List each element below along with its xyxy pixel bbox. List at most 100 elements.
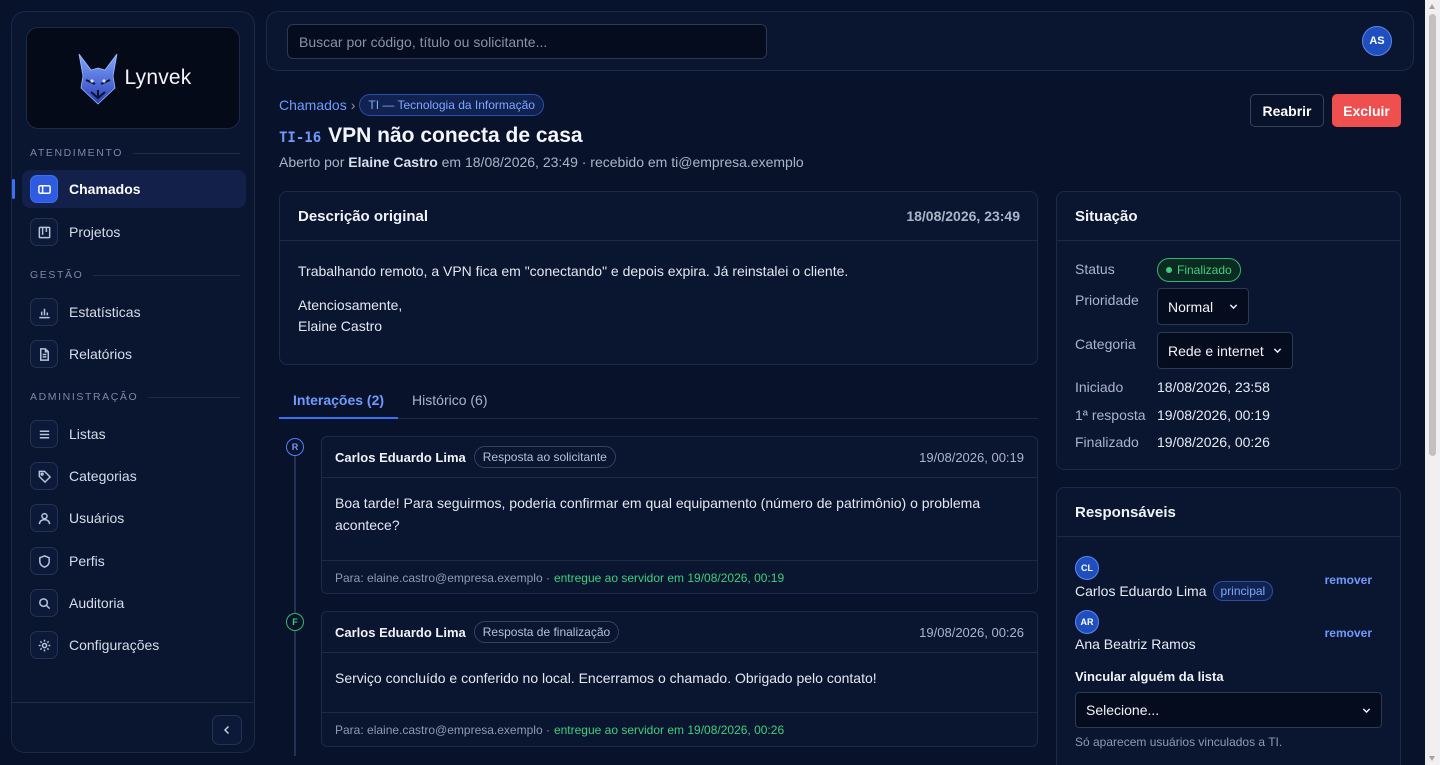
sidebar-item-label: Listas: [69, 426, 106, 442]
sidebar-item-chamados[interactable]: Chamados: [12, 170, 246, 208]
responsibles-header: Responsáveis: [1057, 488, 1400, 537]
sidebar-item-label: Auditoria: [69, 595, 125, 611]
opened-prefix: Aberto por: [279, 154, 345, 170]
scroll-up-icon[interactable]: [1429, 4, 1435, 9]
started-value: 18/08/2026, 23:58: [1157, 379, 1270, 395]
tag-icon: [30, 462, 58, 490]
sidebar-item-label: Categorias: [69, 468, 137, 484]
description-title: Descrição original: [298, 207, 429, 225]
page-scrollbar[interactable]: [1425, 0, 1440, 765]
bar-chart-icon: [30, 298, 58, 326]
sidebar-item-relatorios[interactable]: Relatórios: [22, 335, 246, 373]
responsible-name-text: Ana Beatriz Ramos: [1075, 636, 1196, 652]
link-user-select[interactable]: Selecione...: [1075, 692, 1382, 728]
remove-responsible-link[interactable]: remover: [1325, 626, 1372, 640]
priority-select[interactable]: Normal: [1157, 288, 1249, 325]
responsible-name: Ana Beatriz Ramos: [1075, 636, 1196, 652]
chevron-left-icon: [223, 725, 230, 735]
interaction-card: Carlos Eduardo Lima Resposta de finaliza…: [321, 611, 1038, 747]
sidebar-item-categorias[interactable]: Categorias: [22, 457, 246, 495]
link-user-hint: Só aparecem usuários vinculados a TI.: [1075, 735, 1283, 749]
collapse-sidebar-button[interactable]: [212, 715, 242, 745]
description-signoff: Atenciosamente, Elaine Castro: [298, 295, 1019, 337]
reopen-button[interactable]: Reabrir: [1250, 94, 1324, 127]
ticket-title: VPN não conecta de casa: [328, 124, 583, 147]
chevron-down-icon: [1362, 707, 1371, 713]
first-response-value: 19/08/2026, 00:19: [1157, 407, 1270, 423]
sidebar-item-perfis[interactable]: Perfis: [22, 542, 246, 580]
situation-header: Situação: [1057, 192, 1400, 241]
brand-name: Lynvek: [124, 66, 192, 89]
sidebar-item-label: Estatísticas: [69, 304, 141, 320]
responsibles-title: Responsáveis: [1075, 503, 1176, 521]
sidebar-item-auditoria[interactable]: Auditoria: [22, 584, 246, 622]
tab-historico[interactable]: Histórico (6): [398, 386, 501, 419]
interaction-delivery-status: entregue ao servidor em 19/08/2026, 00:1…: [553, 571, 785, 585]
breadcrumb-separator: ›: [350, 97, 356, 113]
opened-by: Elaine Castro: [348, 154, 438, 170]
sidebar-item-usuarios[interactable]: Usuários: [22, 499, 246, 537]
brand-logo: Lynvek: [26, 27, 240, 129]
interaction-body: Boa tarde! Para seguirmos, poderia confi…: [335, 495, 981, 533]
ticket-tabs: Interações (2) Histórico (6): [279, 386, 1038, 419]
sidebar-item-label: Relatórios: [69, 346, 133, 362]
chevron-down-icon: [1229, 304, 1238, 310]
responsible-name-text: Carlos Eduardo Lima: [1075, 583, 1207, 599]
interaction-author: Carlos Eduardo Lima: [335, 624, 466, 640]
interaction-delivery-status: entregue ao servidor em 19/08/2026, 00:2…: [553, 723, 785, 737]
description-header: Descrição original 18/08/2026, 23:49: [280, 192, 1037, 241]
search-icon: [30, 589, 58, 617]
ticket-icon: [30, 175, 58, 203]
sidebar: Lynvek ATENDIMENTO Chamados Projetos GES…: [11, 11, 255, 753]
remove-responsible-link[interactable]: remover: [1325, 573, 1372, 587]
finished-value: 19/08/2026, 00:26: [1157, 434, 1270, 450]
interaction-header: Carlos Eduardo Lima Resposta ao solicita…: [322, 437, 1037, 478]
tab-interacoes[interactable]: Interações (2): [279, 386, 399, 419]
interaction-delivery: Para: elaine.castro@empresa.exemplo · en…: [322, 712, 1037, 747]
timeline-line: [294, 456, 296, 756]
situation-title: Situação: [1075, 207, 1138, 225]
delete-button[interactable]: Excluir: [1332, 94, 1401, 127]
user-avatar[interactable]: AS: [1362, 26, 1392, 56]
interaction-author: Carlos Eduardo Lima: [335, 449, 466, 465]
search-input[interactable]: [287, 24, 767, 59]
description-closing: Atenciosamente,: [298, 297, 403, 313]
interaction-date: 19/08/2026, 00:19: [919, 449, 1024, 465]
sidebar-item-label: Configurações: [69, 637, 160, 653]
sidebar-footer: [12, 702, 254, 745]
sidebar-item-label: Perfis: [69, 553, 105, 569]
sidebar-item-configuracoes[interactable]: Configurações: [22, 626, 246, 664]
timeline-marker-reply: R: [286, 438, 304, 456]
timeline-marker-finish: F: [286, 613, 304, 631]
sidebar-item-label: Projetos: [69, 224, 121, 240]
interaction-card: Carlos Eduardo Lima Resposta ao solicita…: [321, 436, 1038, 594]
started-label: Iniciado: [1075, 379, 1124, 395]
link-user-select-value: Selecione...: [1086, 702, 1160, 718]
description-body: Trabalhando remoto, a VPN fica em "conec…: [280, 241, 1037, 357]
status-label: Status: [1075, 261, 1115, 277]
breadcrumb-chamados[interactable]: Chamados: [279, 97, 347, 113]
opened-suffix: em 18/08/2026, 23:49 · recebido em ti@em…: [441, 154, 804, 170]
description-date: 18/08/2026, 23:49: [906, 208, 1020, 224]
section-atendimento: ATENDIMENTO: [30, 147, 240, 159]
category-value: Rede e internet: [1168, 342, 1264, 359]
sidebar-item-label: Chamados: [69, 181, 141, 197]
sidebar-item-estatisticas[interactable]: Estatísticas: [22, 293, 246, 331]
priority-label: Prioridade: [1075, 292, 1139, 308]
interaction-body: Serviço concluído e conferido no local. …: [335, 670, 877, 686]
sidebar-item-listas[interactable]: Listas: [22, 415, 246, 453]
category-select[interactable]: Rede e internet: [1157, 332, 1293, 369]
scroll-thumb[interactable]: [1429, 14, 1436, 456]
situation-card: Situação Status Finalizado Prioridade No…: [1056, 191, 1401, 470]
category-label: Categoria: [1075, 336, 1136, 352]
document-icon: [30, 340, 58, 368]
department-badge: TI — Tecnologia da Informação: [359, 94, 544, 116]
description-card: Descrição original 18/08/2026, 23:49 Tra…: [279, 191, 1038, 365]
kanban-icon: [30, 218, 58, 246]
link-user-label: Vincular alguém da lista: [1075, 669, 1224, 684]
chevron-down-icon: [1273, 348, 1282, 354]
sidebar-item-projetos[interactable]: Projetos: [22, 213, 246, 251]
scroll-down-icon[interactable]: [1429, 756, 1435, 761]
principal-badge: principal: [1212, 581, 1274, 601]
user-icon: [30, 504, 58, 532]
